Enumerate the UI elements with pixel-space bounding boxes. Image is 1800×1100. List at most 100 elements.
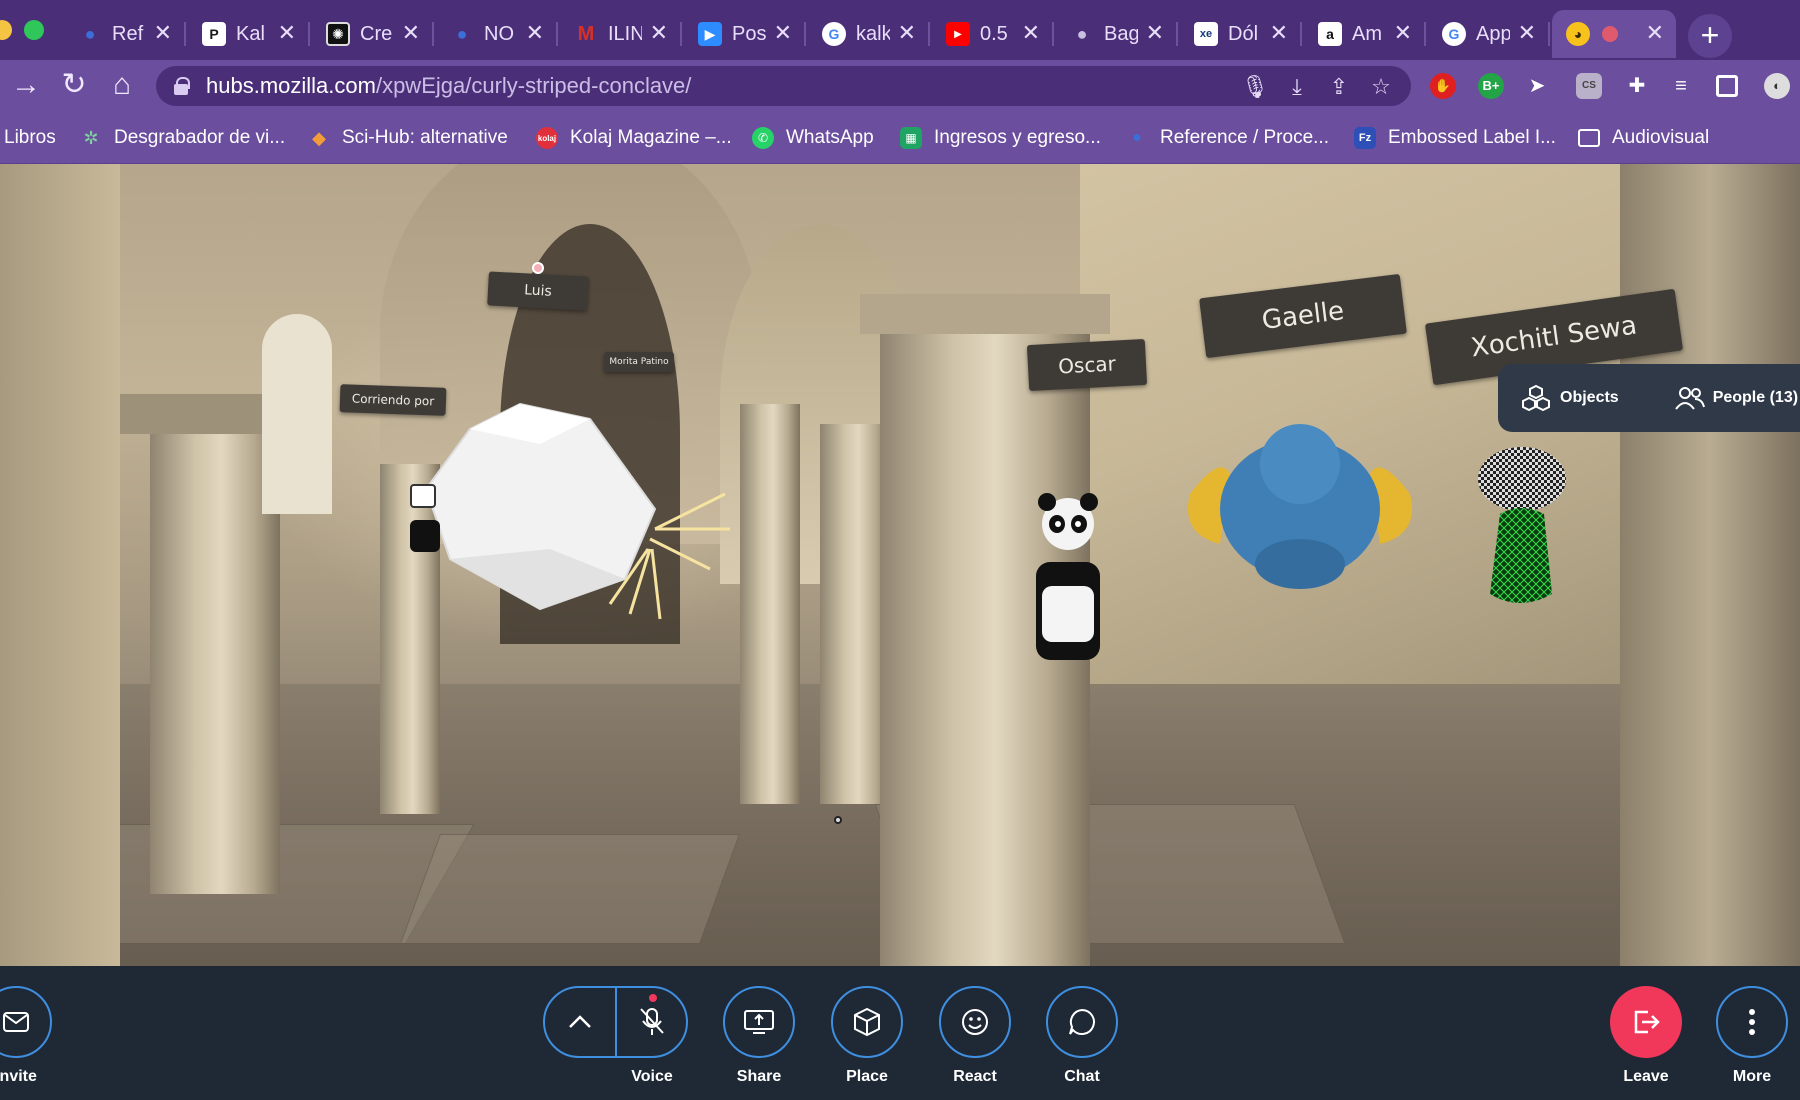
voice-options-button[interactable] [545,988,615,1056]
place-button[interactable] [831,986,903,1058]
kolaj-icon: kolaj [536,127,558,149]
url-path: /xpwEjga/curly-striped-conclave/ [375,73,692,98]
people-button[interactable]: People (13) [1674,385,1798,411]
browser-tab-active[interactable]: ◕ ✕ [1552,10,1676,58]
browser-tab[interactable]: ● NO ✕ [436,10,558,58]
profile-avatar[interactable]: ◐ [1764,73,1790,99]
whatsapp-icon: ✆ [752,127,774,149]
browser-tab[interactable]: P Kal ✕ [188,10,310,58]
reading-list-icon[interactable]: ≡ [1668,73,1694,99]
forward-arrow-icon[interactable]: → [8,68,44,104]
scene-hud-panel: Objects People (13) [1498,364,1800,432]
react-button[interactable] [939,986,1011,1058]
chat-button[interactable] [1046,986,1118,1058]
close-icon[interactable]: ✕ [898,22,916,44]
browser-tab[interactable]: a Am ✕ [1304,10,1426,58]
google-g-icon: G [822,22,846,46]
more-button[interactable] [1716,986,1788,1058]
browser-tab[interactable]: xe Dól ✕ [1180,10,1302,58]
tab-title: Am [1352,22,1382,45]
objects-label: Objects [1560,389,1619,406]
close-icon[interactable]: ✕ [1270,22,1288,44]
browser-tab-strip: ● Ref ✕ P Kal ✕ ✺ Cre ✕ ● NO ✕ M ILIN ✕ … [0,0,1800,60]
leave-label: Leave [1623,1068,1669,1085]
extensions-puzzle-icon[interactable]: ✚ [1624,73,1650,99]
share-button[interactable] [723,986,795,1058]
address-bar[interactable]: hubs.mozilla.com/xpwEjga/curly-striped-c… [156,66,1411,106]
leave-door-icon [1634,1010,1660,1034]
bookmark-ingresos[interactable]: ▦ Ingresos y egreso... [900,124,1101,152]
reload-icon[interactable]: ↻ [56,68,92,104]
close-icon[interactable]: ✕ [154,22,172,44]
bookmark-embossed[interactable]: Fz Embossed Label I... [1354,124,1556,152]
close-icon[interactable]: ✕ [1394,22,1412,44]
tab-title: 0.5 [980,22,1008,45]
close-icon[interactable]: ✕ [278,22,296,44]
browser-tab[interactable]: ▶ 0.5 ✕ [932,10,1054,58]
voice-label: Voice [631,1068,673,1085]
microphone-icon[interactable]: 🎙 [1241,74,1269,100]
minimize-window-button[interactable] [0,20,12,40]
close-icon[interactable]: ✕ [1146,22,1164,44]
nametag-text: Luis [523,282,553,300]
xe-icon: xe [1194,22,1218,46]
mute-mic-button[interactable] [617,988,687,1056]
share-icon[interactable]: ⇪ [1326,74,1352,100]
extension-cs-icon[interactable]: CS [1576,73,1602,99]
extension-cursor-icon[interactable]: ➤ [1524,73,1550,99]
bookmark-star-icon[interactable]: ☆ [1368,74,1394,100]
share-screen-icon [744,1010,774,1034]
bookmark-whatsapp[interactable]: ✆ WhatsApp [752,124,874,152]
bookmark-desgrabador[interactable]: ✲ Desgrabador de vi... [80,124,285,152]
small-avatar-face[interactable] [410,484,436,508]
install-app-icon[interactable]: ⤓ [1284,74,1310,100]
bookmark-label: Audiovisual [1612,127,1710,148]
place-label: Place [846,1068,888,1085]
crystal-avatar[interactable] [420,399,740,629]
browser-tab[interactable]: M ILIN ✕ [560,10,682,58]
side-panel-icon[interactable] [1716,75,1738,97]
panda-avatar[interactable] [1030,484,1110,674]
browser-tab[interactable]: ● Ref ✕ [64,10,186,58]
close-icon[interactable]: ✕ [1022,22,1040,44]
leave-button[interactable] [1610,986,1682,1058]
robot-avatar[interactable] [1160,414,1440,594]
tab-title: Cre [360,22,393,45]
browser-tab[interactable]: ● Bag ✕ [1056,10,1178,58]
objects-button[interactable]: Objects [1520,384,1619,412]
bookmark-libros[interactable]: Libros [4,124,56,152]
bookmark-folder-audiovisual[interactable]: Audiovisual [1578,124,1709,152]
home-icon[interactable]: ⌂ [104,68,140,104]
small-avatar-body[interactable] [410,520,440,552]
browser-tab[interactable]: ▶ Pos ✕ [684,10,806,58]
bookmark-label: Reference / Proce... [1160,127,1329,148]
extension-hand-icon[interactable]: ✋ [1430,73,1456,99]
close-icon[interactable]: ✕ [1646,22,1664,44]
browser-tab[interactable]: G kalk ✕ [808,10,930,58]
stone-pillar-right [1620,164,1800,966]
chat-bubble-icon [1069,1008,1095,1035]
nametag-text: Xochitl Sewa [1469,310,1639,364]
mesh-avatar[interactable] [1460,444,1580,614]
stone-column [150,414,280,894]
extension-bplus-icon[interactable]: B+ [1478,73,1504,99]
close-icon[interactable]: ✕ [1518,22,1536,44]
p-letter-icon: P [202,22,226,46]
recording-dot-icon [1602,26,1618,42]
objects-cubes-icon [1522,384,1550,412]
bookmark-scihub[interactable]: ◆ Sci-Hub: alternative [308,124,508,152]
bookmark-kolaj[interactable]: kolaj Kolaj Magazine –... [536,124,732,152]
bookmark-reference[interactable]: ● Reference / Proce... [1126,124,1329,152]
close-icon[interactable]: ✕ [650,22,668,44]
hubs-3d-scene[interactable]: Luis Morita Patino Corriendo por Oscar G… [0,164,1800,966]
google-g-icon: G [1442,22,1466,46]
browser-tab[interactable]: ✺ Cre ✕ [312,10,434,58]
new-tab-button[interactable]: + [1688,14,1732,58]
close-icon[interactable]: ✕ [402,22,420,44]
invite-button[interactable] [0,986,52,1058]
close-icon[interactable]: ✕ [526,22,544,44]
url-host: hubs.mozilla.com [206,73,376,98]
browser-tab[interactable]: G App ✕ [1428,10,1550,58]
zoom-window-button[interactable] [24,20,44,40]
close-icon[interactable]: ✕ [774,22,792,44]
